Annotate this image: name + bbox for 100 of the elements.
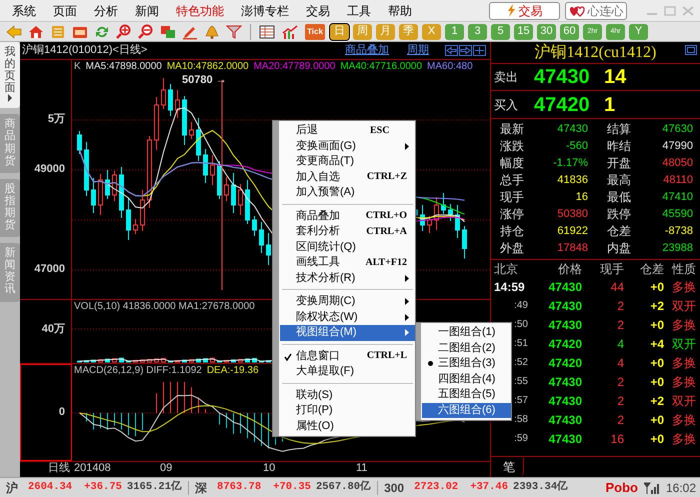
house-icon[interactable] [28,24,44,40]
stat-label: 幅度 [500,155,524,172]
stat-label: 持仓 [500,223,524,240]
check-icon [284,352,292,360]
ticks-tab[interactable]: 笔 [495,458,524,476]
menu-item[interactable]: 澎博专栏 [241,2,289,20]
tick-button[interactable]: Tick [305,24,325,40]
volume-bar [231,359,236,362]
menu-item[interactable]: 分析 [94,2,118,20]
zoom-out-icon[interactable] [138,24,154,40]
menu-item[interactable]: 变换周期(C) [280,294,415,310]
candlestick [175,90,180,118]
menu-item[interactable]: 联动(S) [280,388,415,403]
volume-bar [105,358,110,362]
table-icon[interactable] [259,24,275,40]
chart-link[interactable]: 周期 [407,42,429,59]
quote-price: 47430 [534,67,591,87]
volume-bar [154,358,159,362]
menu-item[interactable]: 五图组合(5) [422,387,511,402]
menu-item[interactable]: 套利分析 CTRL+A [280,224,415,240]
menu-item[interactable]: 加入自选 CTRL+Z [280,170,415,185]
chart-link[interactable]: 商品叠加 [345,42,389,59]
tick-volume: 2 [616,298,624,314]
menu-item[interactable]: 变更商品(T) [280,154,415,170]
menu-item[interactable]: 加入预警(A) [280,185,415,200]
tick-type: 多换 [671,430,696,448]
candlestick [119,166,124,218]
menu-item[interactable]: 一图组合(1) [422,325,511,340]
volume-bar [224,360,229,362]
menu-item[interactable]: 除权状态(W) [280,310,415,325]
menu-item[interactable]: 属性(O) [280,418,415,434]
stat-label: 最高 [607,172,631,189]
menu-item[interactable]: 视图组合(M) [280,325,415,340]
menu-item[interactable]: 区间统计(Q) [280,240,415,255]
tick-change: +0 [649,354,664,372]
bell-icon[interactable] [204,24,220,40]
stat-value: 61922 [556,224,588,239]
stat-value: 23988 [661,241,693,256]
candlestick [210,154,215,186]
windows-icon[interactable] [160,24,176,40]
signal-icon [644,482,660,494]
index-turnover: 2567.80亿 [316,480,372,495]
volume-bar [91,360,96,362]
indicator-value: MA10:47862.0000 [166,62,249,72]
zoom-in-icon[interactable] [116,24,132,40]
menu-item[interactable]: 帮助 [388,2,412,20]
menu-item[interactable]: 工具 [347,2,371,20]
axis-label: 日线 [48,463,70,474]
tick-time: :49 [513,299,529,313]
menu-item[interactable]: 特色功能 [176,2,224,20]
chart-title: 沪铜1412(010012)<日线> [22,42,148,58]
sidebar-tab[interactable]: 我的页面 [0,42,20,108]
bullet-icon [428,361,433,366]
menu-item[interactable]: 二图组合(2) [422,340,511,356]
back-arrow-icon[interactable] [6,24,22,40]
candlestick [196,118,201,162]
left-arrow-icon[interactable] [445,45,458,56]
volume-bar [147,358,152,362]
candlestick [427,216,432,234]
menu-item[interactable]: 新闻 [135,2,159,20]
split-icon[interactable] [473,45,486,56]
stat-label: 开盘 [607,155,631,172]
menu-item[interactable]: 打印(P) [280,403,415,418]
menu-item[interactable]: 三图组合(3) [422,356,511,372]
tick-time: :58 [513,413,529,427]
heart-button[interactable]: 心连心 [565,2,627,20]
menu-item[interactable]: 大单提取(F) [280,364,415,380]
candlestick [252,216,257,236]
menu-item[interactable]: 交易 [306,2,330,20]
stat-value: 48110 [662,173,693,188]
volume-bar [217,360,222,362]
menu-item[interactable]: 系统 [12,2,36,20]
menu-item[interactable]: 信息窗口 CTRL+L [280,348,415,364]
menu-item[interactable]: 六图组合(6) [422,402,511,418]
stat-label: 现手 [500,189,524,206]
trade-button[interactable]: 交易 [489,2,560,20]
menu-item[interactable]: 后退 ESC [280,123,415,138]
menu-item[interactable]: 画线工具 ALT+F12 [280,255,415,270]
indicator-value: MACD(26,12,9) DIFF:1.1092 [74,366,202,376]
right-arrow-icon[interactable] [459,45,472,56]
submenu-arrow-icon [405,142,409,150]
volume-bar [238,358,243,362]
indicator-value: VOL(5,10) 41836.0000 MA1:27678.0000 [74,302,255,312]
candlestick [245,180,250,224]
notebook-icon[interactable] [50,24,66,40]
tick-price: 47430 [548,316,582,334]
tick-type: 多换 [671,412,696,428]
instrument-title: 沪铜1412(cu1412) [534,44,656,60]
menu-item[interactable]: 四图组合(4) [422,372,511,387]
window-icon[interactable] [685,45,697,55]
volume-bar [245,358,250,362]
menu-item[interactable]: 变换画面(G) [280,138,415,154]
indicator-value: DEA:-19.36 [206,366,259,376]
stat-value: 16 [574,190,588,205]
stat-label: 最新 [500,121,524,138]
menu-item[interactable]: 商品叠加 CTRL+O [280,208,415,224]
line-chart-icon[interactable] [282,24,298,40]
menu-item[interactable]: 技术分析(R) [280,270,415,286]
volume-bar [189,359,194,362]
menu-item[interactable]: 页面 [53,2,77,20]
